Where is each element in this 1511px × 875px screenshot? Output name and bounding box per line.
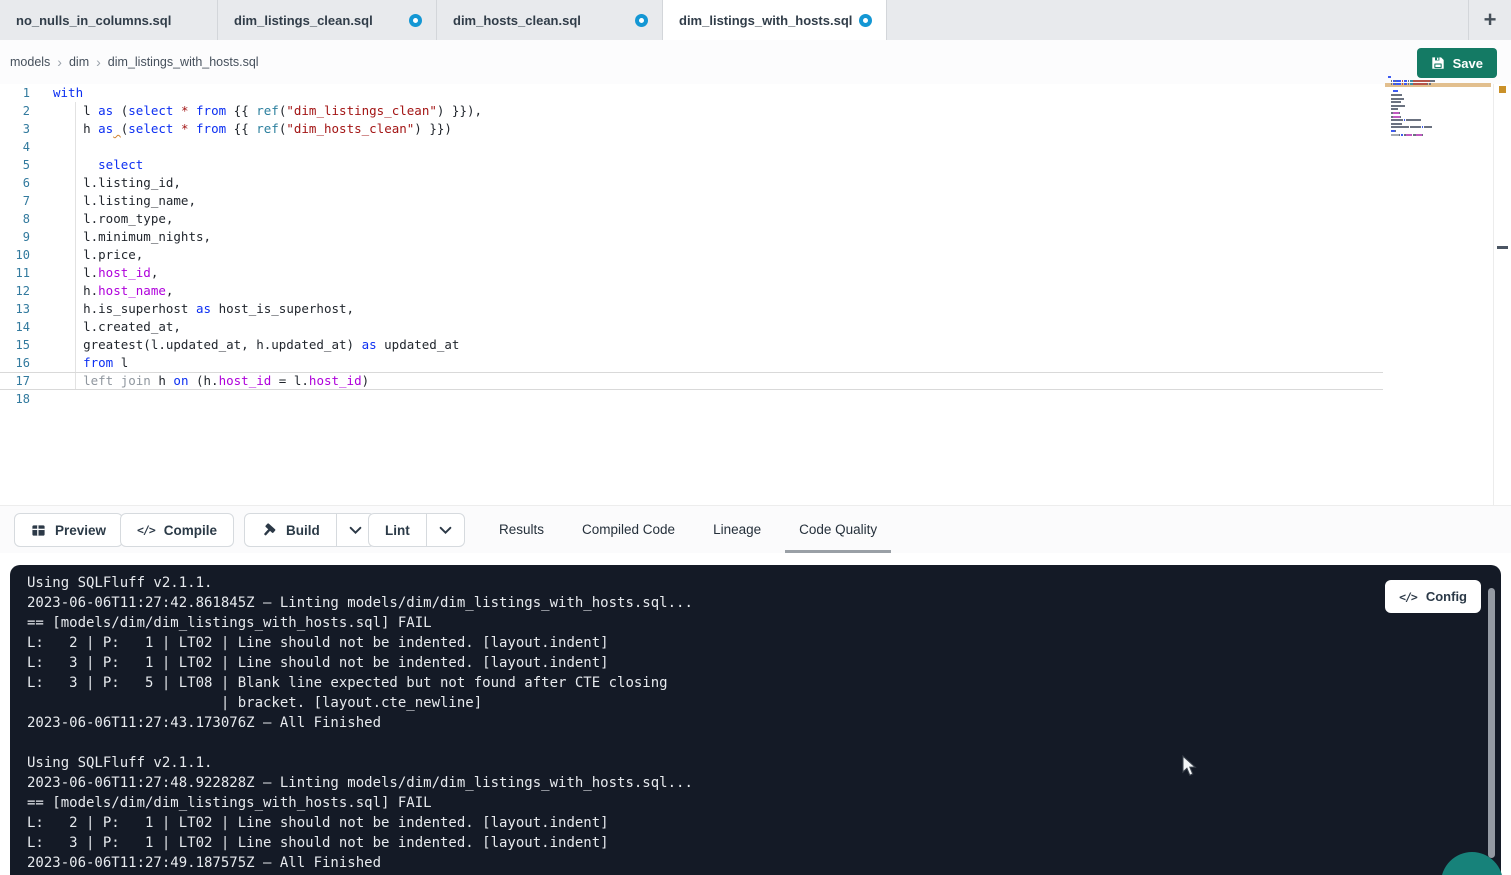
save-button[interactable]: Save [1417,48,1497,78]
chevron-down-icon [349,526,362,535]
breadcrumb-dim[interactable]: dim [69,55,89,69]
config-button[interactable]: </> Config [1385,580,1481,613]
overview-ruler-cursor-marker [1497,246,1508,249]
hammer-icon [261,522,277,538]
overview-ruler-warning-marker [1499,86,1506,93]
compile-button[interactable]: </> Compile [120,513,234,547]
code-line: l.minimum_nights, [0,228,1383,246]
breadcrumb-separator-icon: › [57,54,62,70]
minimap-line [1388,137,1474,139]
code-line: l.room_type, [0,210,1383,228]
breadcrumb: models › dim › dim_listings_with_hosts.s… [10,40,259,84]
lint-split-button: Lint [368,513,465,547]
tab-bar: no_nulls_in_columns.sql dim_listings_clea… [0,0,1511,40]
code-line: l.host_id, [0,264,1383,282]
tab-code-quality[interactable]: Code Quality [797,505,879,553]
preview-button[interactable]: Preview [14,513,123,547]
lint-output-terminal[interactable]: Using SQLFluff v2.1.1. 2023-06-06T11:27:… [10,565,1501,875]
overview-ruler [1493,84,1494,505]
minimap-line [1388,134,1474,136]
editor-tab-label: dim_listings_with_hosts.sql [679,13,852,28]
minimap-line [1388,83,1474,85]
code-line: l.price, [0,246,1383,264]
code-line: from l [0,354,1383,372]
editor-tab[interactable]: dim_listings_clean.sql [218,0,437,40]
code-line: l.listing_id, [0,174,1383,192]
code-line: left join h on (h.host_id = l.host_id) [0,372,1383,390]
config-button-label: Config [1426,589,1467,604]
breadcrumb-separator-icon: › [96,54,101,70]
terminal-output: Using SQLFluff v2.1.1. 2023-06-06T11:27:… [27,573,693,873]
code-line [0,390,1383,408]
breadcrumb-file[interactable]: dim_listings_with_hosts.sql [108,55,259,69]
code-line: h.host_name, [0,282,1383,300]
code-line: with [0,84,1383,102]
editor-tab[interactable]: dim_listings_with_hosts.sql [663,0,887,40]
new-tab-button[interactable]: + [1468,0,1511,40]
code-lines[interactable]: with l as (select * from {{ ref("dim_lis… [0,84,1383,408]
terminal-scrollbar[interactable] [1488,588,1495,858]
minimap[interactable] [1388,76,1474,141]
build-button-label: Build [286,523,320,538]
unsaved-indicator-icon[interactable] [859,14,872,27]
build-split-button: Build [244,513,375,547]
code-editor[interactable]: 123456789101112131415161718 with l as (s… [0,84,1511,505]
code-line: greatest(l.updated_at, h.updated_at) as … [0,336,1383,354]
lint-button-label: Lint [385,523,410,538]
minimap-line [1388,94,1474,96]
unsaved-indicator-icon[interactable] [409,14,422,27]
tab-compiled-code[interactable]: Compiled Code [580,505,677,553]
code-line: h as (select * from {{ ref("dim_hosts_cl… [0,120,1383,138]
minimap-line [1388,87,1474,89]
lint-dropdown-button[interactable] [426,514,464,546]
editor-tab-label: dim_listings_clean.sql [234,13,373,28]
minimap-line [1388,126,1474,128]
breadcrumb-bar: models › dim › dim_listings_with_hosts.s… [0,40,1511,84]
ide-window: no_nulls_in_columns.sql dim_listings_clea… [0,0,1511,875]
code-line: h.is_superhost as host_is_superhost, [0,300,1383,318]
editor-tab-label: dim_hosts_clean.sql [453,13,581,28]
code-icon: </> [137,523,155,537]
code-line: l.created_at, [0,318,1383,336]
chevron-down-icon [439,526,452,535]
table-icon [31,523,46,538]
minimap-line [1388,101,1474,103]
minimap-line [1388,98,1474,100]
preview-button-label: Preview [55,523,106,538]
minimap-line [1388,123,1474,125]
code-icon: </> [1399,590,1417,604]
tab-results[interactable]: Results [497,505,546,553]
minimap-line [1388,76,1474,78]
minimap-line [1388,108,1474,110]
editor-tab-label: no_nulls_in_columns.sql [16,13,171,28]
minimap-line [1388,90,1474,92]
minimap-line [1388,80,1474,82]
compile-button-label: Compile [164,523,217,538]
code-line: select [0,156,1383,174]
save-icon [1431,56,1445,70]
unsaved-indicator-icon[interactable] [635,14,648,27]
minimap-line [1388,119,1474,121]
mouse-cursor [1180,755,1198,782]
build-button[interactable]: Build [245,514,336,546]
result-tab-bar: Results Compiled Code Lineage Code Quali… [497,505,879,553]
minimap-line [1388,130,1474,132]
tab-lineage[interactable]: Lineage [711,505,763,553]
editor-tab[interactable]: dim_hosts_clean.sql [437,0,663,40]
code-line: l.listing_name, [0,192,1383,210]
minimap-line [1388,116,1474,118]
code-line: l as (select * from {{ ref("dim_listings… [0,102,1383,120]
code-line [0,138,1383,156]
lint-button[interactable]: Lint [369,514,426,546]
minimap-line [1388,105,1474,107]
save-button-label: Save [1453,56,1483,71]
minimap-line [1388,112,1474,114]
editor-tab[interactable]: no_nulls_in_columns.sql [0,0,218,40]
breadcrumb-models[interactable]: models [10,55,50,69]
